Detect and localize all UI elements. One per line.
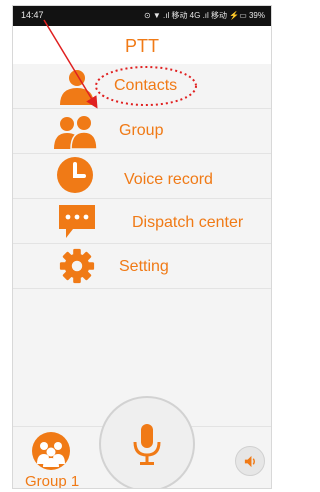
- speaker-icon: [244, 455, 255, 468]
- menu-label-voice-record: Voice record: [124, 171, 213, 188]
- menu-label-contacts: Contacts: [114, 77, 178, 94]
- menu-item-group[interactable]: Group: [13, 109, 271, 154]
- menu-item-dispatch-center[interactable]: Dispatch center: [13, 199, 271, 244]
- status-time: 14:47: [21, 10, 44, 20]
- contacts-icon: [60, 70, 94, 105]
- microphone-icon: [133, 424, 161, 465]
- page-title: PTT: [125, 36, 159, 56]
- menu-item-contacts[interactable]: Contacts: [13, 64, 271, 109]
- menu-label-setting: Setting: [119, 258, 169, 275]
- group-avatar-icon: [32, 432, 70, 470]
- title-bar: PTT: [13, 26, 271, 64]
- gear-icon: [59, 248, 95, 284]
- menu-label-dispatch-center: Dispatch center: [132, 214, 244, 231]
- menu-item-voice-record[interactable]: Voice record: [13, 154, 271, 199]
- speaker-button[interactable]: [235, 446, 265, 476]
- current-group-label: Group 1: [25, 473, 80, 489]
- status-indicators: ⊙ ▼ .ıl 移动 4G .ıl 移动 ⚡▭ 39%: [143, 11, 265, 20]
- chat-bubble-icon: [59, 205, 95, 238]
- main-menu: Contacts Group Voice record Dispatch cen…: [13, 64, 271, 289]
- current-group-button[interactable]: Group 1: [23, 431, 83, 489]
- group-icon: [54, 116, 98, 150]
- phone-screen: 14:47 ⊙ ▼ .ıl 移动 4G .ıl 移动 ⚡▭ 39% PTT Co…: [12, 5, 272, 489]
- menu-label-group: Group: [119, 122, 164, 139]
- push-to-talk-button[interactable]: [99, 396, 195, 488]
- menu-item-setting[interactable]: Setting: [13, 244, 271, 289]
- status-bar: 14:47 ⊙ ▼ .ıl 移动 4G .ıl 移动 ⚡▭ 39%: [13, 6, 271, 26]
- clock-icon: [57, 157, 93, 193]
